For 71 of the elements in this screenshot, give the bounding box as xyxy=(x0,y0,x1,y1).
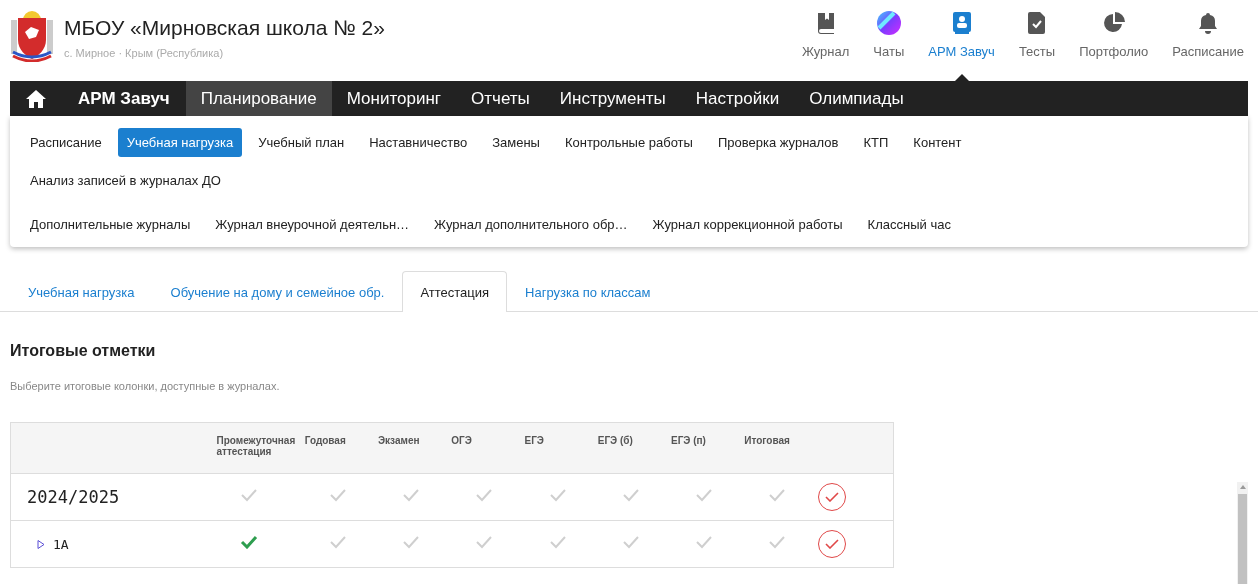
submenu-item[interactable]: Учебная нагрузка xyxy=(117,128,243,157)
coat-of-arms-icon xyxy=(8,10,56,62)
app-tab[interactable]: Журнал xyxy=(789,9,862,81)
check-icon[interactable] xyxy=(621,535,640,549)
submenu-item[interactable]: Наставничество xyxy=(360,128,477,157)
check-icon xyxy=(824,492,839,502)
submenu-item[interactable]: Контент xyxy=(904,128,971,157)
sphere-icon xyxy=(875,10,902,36)
nav-item[interactable]: Олимпиады xyxy=(794,81,919,116)
year-label: 2024/2025 xyxy=(26,487,120,507)
tab[interactable]: Нагрузка по классам xyxy=(507,271,669,312)
submenu-item[interactable]: Журнал коррекционной работы xyxy=(643,210,852,239)
column-header: ЕГЭ (п) xyxy=(671,435,706,446)
nav-item[interactable]: Настройки xyxy=(680,81,795,116)
section-hint: Выберите итоговые колонки, доступные в журналах. xyxy=(10,380,281,392)
submenu-item[interactable]: Анализ записей в журналах ДО xyxy=(21,166,230,195)
submenu-item[interactable]: Замены xyxy=(483,128,549,157)
check-icon[interactable] xyxy=(621,488,640,502)
submenu-item[interactable]: Журнал внеурочной деятельн… xyxy=(206,210,419,239)
check-icon[interactable] xyxy=(475,535,494,549)
app-tab[interactable]: Чаты xyxy=(861,9,917,81)
book-icon xyxy=(815,12,836,34)
tab[interactable]: Обучение на дому и семейное обр. xyxy=(152,271,403,312)
column-header: ЕГЭ xyxy=(524,435,544,446)
check-icon[interactable] xyxy=(695,488,713,502)
column-header: Итоговая xyxy=(744,435,790,446)
pie-chart-icon xyxy=(1102,12,1125,34)
nav-brand[interactable]: АРМ Завуч xyxy=(62,81,186,116)
submenu-item[interactable]: Дополнительные журналы xyxy=(21,210,200,239)
column-header: Экзамен xyxy=(378,435,420,446)
nav-item[interactable]: Отчеты xyxy=(456,81,545,116)
school-name: МБОУ «Мирновская школа № 2» xyxy=(64,16,385,40)
submenu-item[interactable]: Контрольные работы xyxy=(555,128,702,157)
expand-arrow-icon[interactable] xyxy=(37,539,45,549)
submenu-item[interactable]: КТП xyxy=(854,128,898,157)
submenu-item[interactable]: Расписание xyxy=(21,128,111,157)
check-icon[interactable] xyxy=(402,535,420,549)
check-icon[interactable] xyxy=(548,535,567,549)
submenu-item[interactable]: Учебный план xyxy=(249,128,354,157)
class-label: 1А xyxy=(53,536,69,552)
id-card-icon xyxy=(951,12,972,34)
column-header: Промежуточная аттестация xyxy=(216,435,296,457)
document-check-icon xyxy=(1028,12,1046,34)
app-tab[interactable]: Портфолио xyxy=(1067,9,1161,81)
column-header: Годовая xyxy=(304,435,346,446)
check-icon[interactable] xyxy=(475,488,494,502)
nav-item[interactable]: Инструменты xyxy=(544,81,681,116)
nav-item[interactable]: Мониторинг xyxy=(331,81,457,116)
check-icon[interactable] xyxy=(548,488,567,502)
school-location: с. Мирное · Крым (Республика) xyxy=(64,47,225,59)
check-icon[interactable] xyxy=(768,535,787,549)
tab[interactable]: Учебная нагрузка xyxy=(10,271,153,312)
section-title: Итоговые отметки xyxy=(10,342,157,360)
tab[interactable]: Аттестация xyxy=(402,271,508,312)
app-tab[interactable]: Расписание xyxy=(1160,9,1256,81)
check-icon[interactable] xyxy=(328,488,347,502)
check-icon[interactable] xyxy=(695,535,713,549)
check-icon[interactable] xyxy=(240,535,259,549)
column-header: ОГЭ xyxy=(451,435,472,446)
check-icon[interactable] xyxy=(402,488,420,502)
check-icon[interactable] xyxy=(328,535,347,549)
check-icon[interactable] xyxy=(240,488,259,502)
check-icon xyxy=(824,539,839,549)
nav-item[interactable]: Планирование xyxy=(185,81,332,116)
submenu-item[interactable]: Классный час xyxy=(858,210,960,239)
app-tab[interactable]: Тесты xyxy=(1006,9,1068,81)
submenu-item[interactable]: Проверка журналов xyxy=(708,128,848,157)
column-header: ЕГЭ (б) xyxy=(597,435,633,446)
check-icon[interactable] xyxy=(768,488,787,502)
submenu-item[interactable]: Журнал дополнительного обр… xyxy=(425,210,637,239)
bell-icon xyxy=(1198,12,1219,34)
